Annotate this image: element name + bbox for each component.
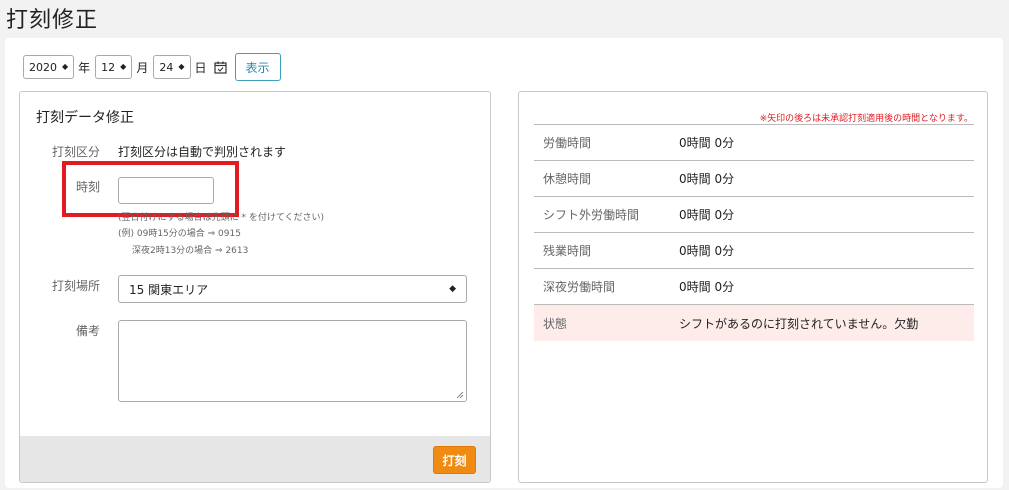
calendar-icon[interactable]	[213, 61, 227, 74]
sort-caret-icon: ◆	[120, 62, 127, 71]
sort-caret-icon: ◆	[62, 62, 69, 71]
unapproved-note: ※矢印の後ろは未承認打刻適用後の時間となります。	[759, 114, 973, 124]
summary-table: 労働時間 0時間 0分 休憩時間 0時間 0分 シフト外労働時間 0時間 0分 …	[534, 124, 974, 341]
help-next-day: (翌日付けにする場合は先頭に * を付けてください)	[118, 213, 325, 223]
punch-type-label: 打刻区分	[51, 145, 100, 159]
row-value: 0時間 0分	[679, 172, 735, 186]
table-row: 労働時間 0時間 0分	[534, 125, 974, 161]
date-bar: 2020 ◆ 年 12 ◆ 月 24 ◆ 日 表示	[23, 53, 281, 81]
sort-caret-icon: ◆	[178, 62, 185, 71]
punch-type-value: 打刻区分は自動で判別されます	[118, 145, 287, 159]
row-value: 0時間 0分	[679, 244, 735, 258]
table-row: シフト外労働時間 0時間 0分	[534, 197, 974, 233]
row-label: 深夜労働時間	[543, 280, 616, 294]
punch-button[interactable]: 打刻	[433, 446, 476, 474]
place-label: 打刻場所	[51, 279, 100, 293]
page-title: 打刻修正	[6, 8, 99, 33]
row-value: 0時間 0分	[679, 136, 735, 150]
resize-grip-icon[interactable]	[456, 391, 464, 399]
row-label: 休憩時間	[543, 172, 592, 186]
year-select[interactable]: 2020 ◆	[23, 55, 75, 79]
punch-edit-panel: 打刻データ修正 打刻区分 打刻区分は自動で判別されます 時刻 (翌日付けにする場…	[19, 91, 491, 483]
year-unit: 年	[78, 60, 91, 75]
status-value: シフトがあるのに打刻されていません。欠勤	[679, 316, 919, 331]
month-unit: 月	[136, 60, 149, 75]
time-label: 時刻	[75, 180, 100, 194]
status-label: 状態	[543, 316, 568, 331]
month-value: 12	[101, 60, 116, 74]
row-value: 0時間 0分	[679, 208, 735, 222]
time-summary-panel: ※矢印の後ろは未承認打刻適用後の時間となります。 労働時間 0時間 0分 休憩時…	[518, 91, 988, 483]
day-select[interactable]: 24 ◆	[153, 55, 191, 79]
year-value: 2020	[29, 60, 57, 74]
panel-title: 打刻データ修正	[36, 110, 134, 126]
help-example-1: (例) 09時15分の場合 ⇒ 0915	[118, 229, 241, 239]
time-input[interactable]	[118, 177, 214, 204]
row-value: 0時間 0分	[679, 280, 735, 294]
remarks-textarea[interactable]	[118, 320, 467, 402]
table-row: 休憩時間 0時間 0分	[534, 161, 974, 197]
show-button[interactable]: 表示	[234, 53, 281, 81]
place-select[interactable]: 15 関東エリア ◆	[118, 275, 467, 303]
row-label: シフト外労働時間	[543, 208, 640, 222]
row-label: 労働時間	[543, 136, 592, 150]
help-example-2: 深夜2時13分の場合 ⇒ 2613	[132, 246, 249, 256]
table-row: 深夜労働時間 0時間 0分	[534, 269, 974, 305]
row-label: 残業時間	[543, 244, 592, 258]
day-unit: 日	[194, 60, 207, 75]
main-card: 2020 ◆ 年 12 ◆ 月 24 ◆ 日 表示 打刻データ修正 打刻区分 打	[5, 38, 1003, 488]
status-row: 状態 シフトがあるのに打刻されていません。欠勤	[534, 305, 974, 341]
place-value: 15 関東エリア	[129, 282, 209, 297]
sort-caret-icon: ◆	[449, 284, 456, 294]
remarks-label: 備考	[75, 324, 100, 338]
panel-footer: 打刻	[20, 436, 490, 482]
day-value: 24	[159, 60, 174, 74]
table-row: 残業時間 0時間 0分	[534, 233, 974, 269]
month-select[interactable]: 12 ◆	[95, 55, 133, 79]
